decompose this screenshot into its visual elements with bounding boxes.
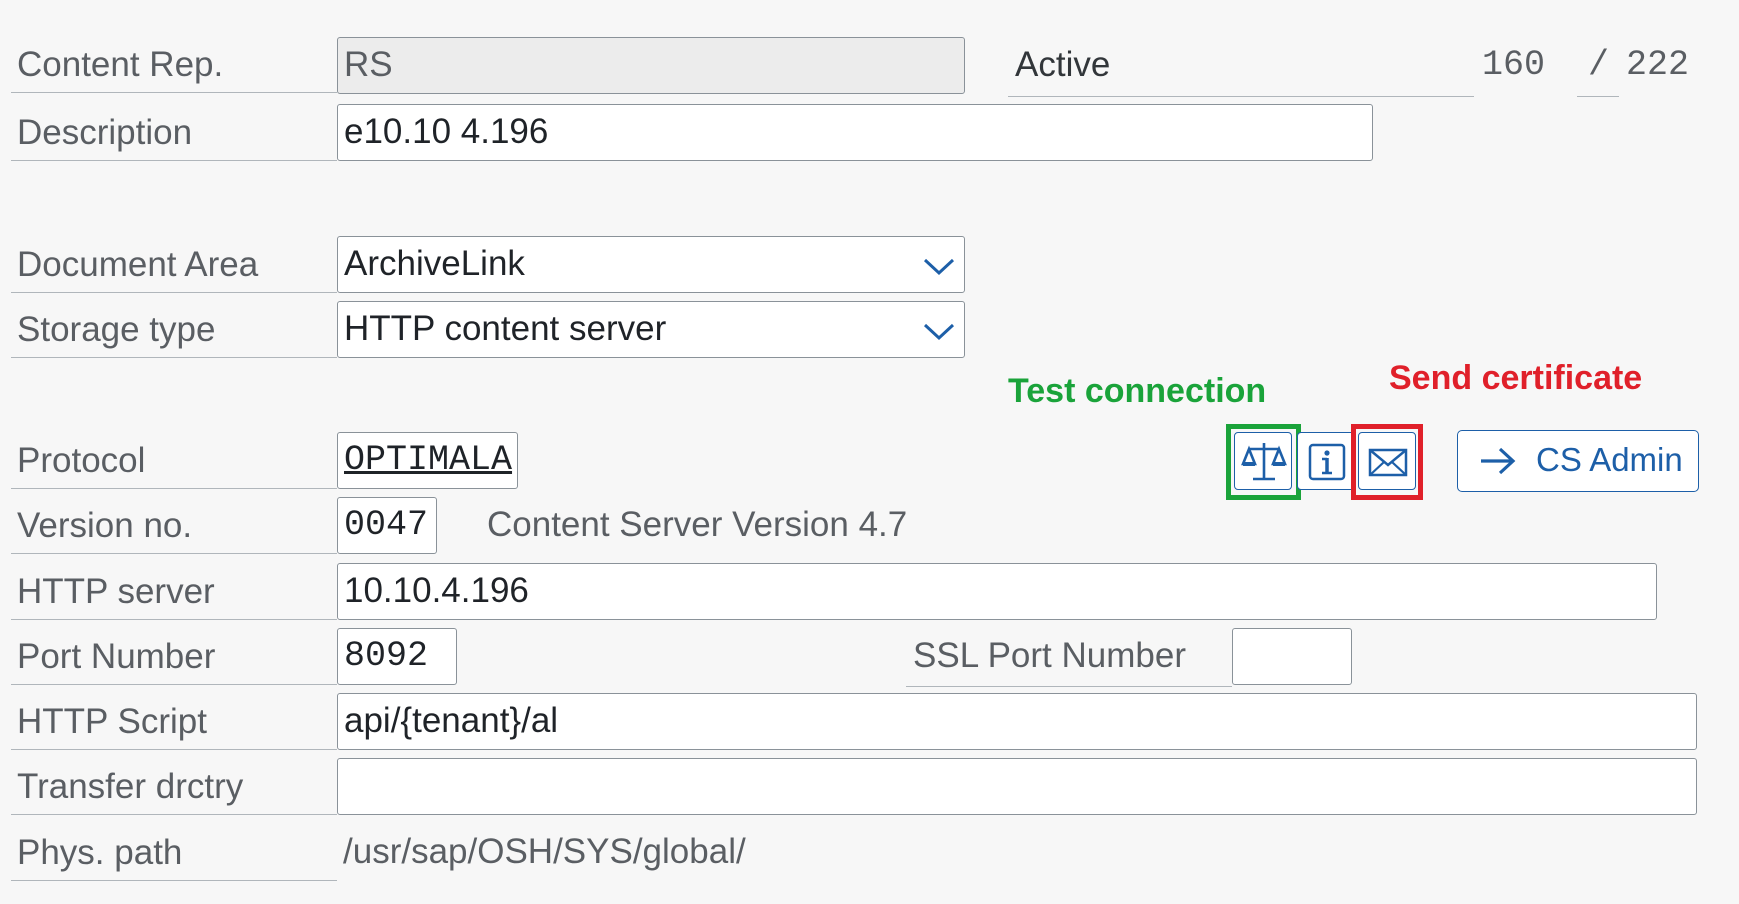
cs-admin-button[interactable]: CS Admin [1457, 430, 1699, 492]
protocol-field[interactable]: OPTIMALA [337, 432, 518, 489]
info-button[interactable] [1297, 432, 1355, 490]
transfer-drctry-input[interactable] [337, 758, 1697, 815]
record-counter-separator: / [1588, 45, 1610, 85]
http-script-label: HTTP Script [11, 694, 337, 750]
ssl-port-number-input[interactable] [1232, 628, 1352, 685]
http-script-input[interactable]: api/{tenant}/al [337, 693, 1697, 750]
cs-admin-label: CS Admin [1536, 441, 1683, 478]
send-certificate-annotation: Send certificate [1389, 359, 1643, 397]
document-area-label: Document Area [11, 237, 337, 293]
test-connection-button[interactable] [1234, 432, 1292, 490]
record-counter-current: 160 [1482, 45, 1546, 85]
http-server-input[interactable]: 10.10.4.196 [337, 563, 1657, 620]
envelope-icon [1368, 448, 1408, 477]
phys-path-value: /usr/sap/OSH/SYS/global/ [343, 832, 746, 871]
content-rep-label: Content Rep. [11, 37, 337, 93]
chevron-down-icon[interactable] [922, 320, 956, 342]
storage-type-select[interactable]: HTTP content server [337, 301, 965, 358]
ssl-port-number-label: SSL Port Number [913, 636, 1186, 675]
test-connection-annotation: Test connection [1008, 372, 1267, 410]
version-no-label: Version no. [11, 498, 337, 554]
status-underline [1008, 96, 1474, 97]
info-icon [1308, 443, 1346, 481]
send-certificate-button[interactable] [1358, 432, 1416, 490]
storage-type-value: HTTP content server [344, 309, 667, 348]
chevron-down-icon[interactable] [922, 255, 956, 277]
description-label: Description [11, 105, 337, 161]
status-text: Active [1015, 45, 1111, 84]
balance-scale-icon [1241, 443, 1287, 481]
arrow-right-icon [1481, 447, 1516, 475]
port-number-input[interactable]: 8092 [337, 628, 457, 685]
ssl-port-underline [906, 686, 1232, 687]
port-number-label: Port Number [11, 629, 337, 685]
storage-type-label: Storage type [11, 302, 337, 358]
http-server-label: HTTP server [11, 564, 337, 620]
record-counter-total: 222 [1626, 45, 1690, 85]
document-area-select[interactable]: ArchiveLink [337, 236, 965, 293]
description-input[interactable]: e10.10 4.196 [337, 104, 1373, 161]
protocol-label: Protocol [11, 433, 337, 489]
phys-path-label: Phys. path [11, 825, 337, 881]
counter-underline [1577, 96, 1619, 97]
content-rep-field[interactable]: RS [337, 37, 965, 94]
version-no-field[interactable]: 0047 [337, 497, 437, 554]
version-description: Content Server Version 4.7 [487, 505, 908, 544]
transfer-drctry-label: Transfer drctry [11, 759, 337, 815]
document-area-value: ArchiveLink [344, 244, 525, 283]
